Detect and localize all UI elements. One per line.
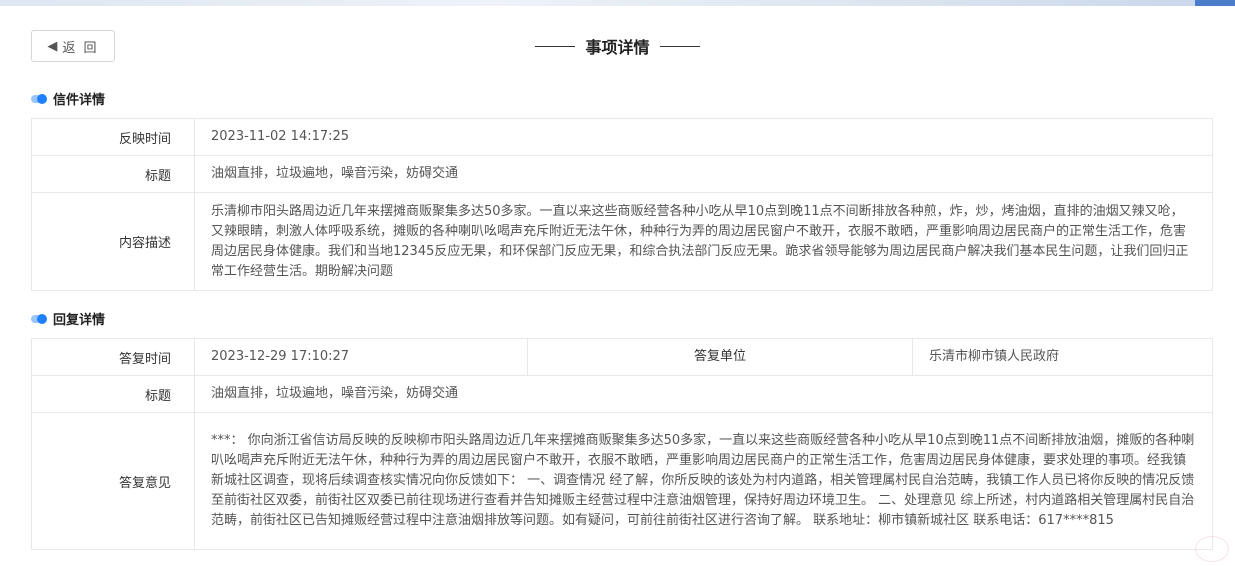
reply-unit-value: 乐清市柳市镇人民政府 [912, 338, 1213, 376]
table-row: 内容描述 乐清柳市阳头路周边近几年来摆摊商贩聚集多达50多家。一直以来这些商贩经… [31, 192, 1213, 291]
title-label: 标题 [31, 155, 195, 193]
reply-section-header: 回复详情 [31, 309, 105, 328]
content-value: 乐清柳市阳头路周边近几年来摆摊商贩聚集多达50多家。一直以来这些商贩经营各种小吃… [194, 192, 1213, 291]
reply-title-label: 标题 [31, 375, 195, 413]
reply-unit-label: 答复单位 [527, 338, 913, 376]
table-row: 答复时间 2023-12-29 17:10:27 答复单位 乐清市柳市镇人民政府 [31, 338, 1213, 376]
table-row: 标题 油烟直排，垃圾遍地，噪音污染，妨碍交通 [31, 375, 1213, 413]
banner-accent [1195, 0, 1235, 6]
reply-opinion-value: ***： 你向浙江省信访局反映的反映柳市阳头路周边近几年来摆摊商贩聚集多达50多… [194, 412, 1213, 550]
letter-section-header: 信件详情 [31, 89, 105, 108]
reply-detail-table: 答复时间 2023-12-29 17:10:27 答复单位 乐清市柳市镇人民政府… [31, 338, 1213, 550]
reply-opinion-label: 答复意见 [31, 412, 195, 550]
reply-title-value: 油烟直排，垃圾遍地，噪音污染，妨碍交通 [194, 375, 1213, 413]
table-row: 答复意见 ***： 你向浙江省信访局反映的反映柳市阳头路周边近几年来摆摊商贩聚集… [31, 412, 1213, 550]
reply-section-title: 回复详情 [53, 313, 106, 328]
page-title-text: 事项详情 [585, 38, 650, 57]
letter-section-title: 信件详情 [53, 93, 106, 108]
watermark-stamp [1195, 536, 1229, 562]
page-title: 事项详情 [0, 34, 1235, 58]
time-label: 反映时间 [31, 118, 195, 156]
reply-time-label: 答复时间 [31, 338, 195, 376]
table-row: 反映时间 2023-11-02 14:17:25 [31, 118, 1213, 156]
title-left-line [535, 45, 576, 47]
content-label: 内容描述 [31, 192, 195, 291]
section-dot-icon [31, 93, 47, 104]
table-row: 标题 油烟直排，垃圾遍地，噪音污染，妨碍交通 [31, 155, 1213, 193]
reply-time-value: 2023-12-29 17:10:27 [194, 338, 528, 376]
letter-detail-table: 反映时间 2023-11-02 14:17:25 标题 油烟直排，垃圾遍地，噪音… [31, 118, 1213, 291]
title-value: 油烟直排，垃圾遍地，噪音污染，妨碍交通 [194, 155, 1213, 193]
time-value: 2023-11-02 14:17:25 [194, 118, 1213, 156]
top-banner [0, 0, 1235, 6]
section-dot-icon [31, 313, 47, 324]
title-right-line [659, 45, 700, 47]
